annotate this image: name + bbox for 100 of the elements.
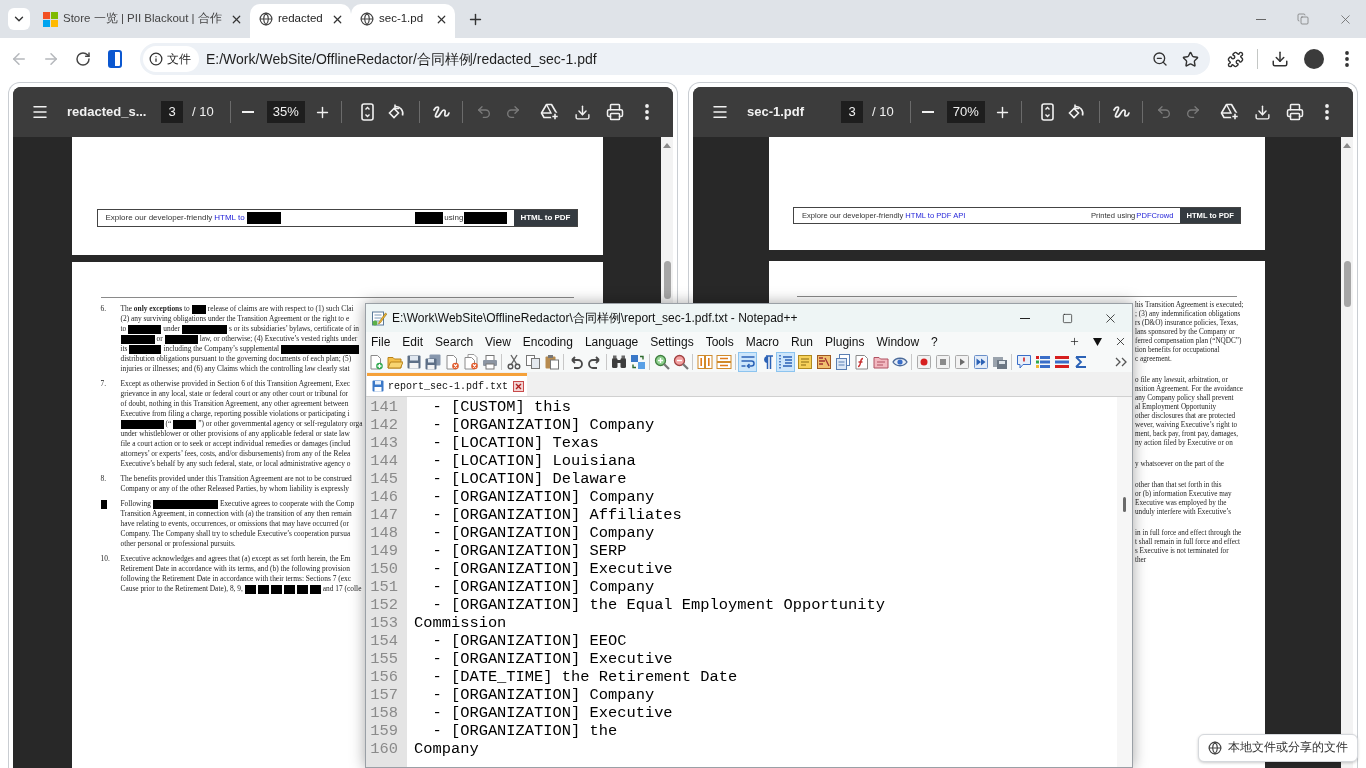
browser-tab[interactable]: Store 一览 | PII Blackout | 合作 [34,4,250,38]
page-number-field[interactable]: 3 [841,101,863,123]
menu-item[interactable]: Window [876,332,920,351]
code-line: - [ORGANIZATION] Company [431,524,655,542]
url-text: E:/Work/WebSite/OfflineRedactor/合同样例/redacted_sec-1.pdf [206,49,597,69]
indent-guide-icon [777,353,794,370]
redo-arrow-icon [586,353,603,370]
line-number: 151 [370,578,398,596]
word-wrap-button[interactable] [738,351,757,372]
four-squares-icon [43,11,58,27]
menu-item[interactable]: File [371,332,391,351]
line-number: 152 [370,596,398,614]
tab-list-button[interactable] [8,8,30,30]
more-icon [645,104,649,120]
rotate-icon [1066,103,1085,121]
menu-item[interactable]: Language [584,332,639,351]
redaction-bar [257,584,269,594]
undo-icon [475,104,492,120]
redo-icon [504,104,521,120]
code-line: - [LOCATION] Texas [431,434,599,452]
close-files-button[interactable] [461,351,480,372]
browser-tab[interactable]: sec-1.pd [351,4,455,38]
document-list-button[interactable] [833,351,852,372]
code-line: - [ORGANIZATION] Company [431,686,655,704]
line-number: 144 [370,452,398,470]
menu-item[interactable]: Edit [402,332,424,351]
menu-item[interactable]: Macro [745,332,779,351]
download-icon [1271,50,1289,68]
document-tab[interactable]: report_sec-1.pdf.txt [367,373,528,396]
globe-icon [259,12,273,26]
fit-page-icon [361,103,375,121]
zoom-field[interactable]: 35% [266,101,305,123]
site-info-chip[interactable]: 文件 [143,46,199,72]
minus-icon [921,111,934,113]
line-number: 141 [370,398,398,416]
split-view-icon [108,50,122,68]
minimize-icon [1256,18,1266,20]
reload-icon [75,51,91,67]
menu-item[interactable]: Encoding [522,332,573,351]
more-icon [1325,104,1329,120]
page-number-field[interactable]: 3 [161,101,183,123]
line-number: 160 [370,740,398,758]
sigma-icon [1072,353,1089,370]
redaction-bar [164,334,198,344]
find-replace-icon [629,353,646,370]
chip-label: 文件 [167,51,191,68]
address-bar[interactable]: 文件 E:/Work/WebSite/OfflineRedactor/合同样例/redacted_sec-1.pdf [140,43,1210,75]
footer-text: using [444,212,464,224]
code-line: - [ORGANIZATION] Company [431,488,655,506]
colored-rows-icon [1034,353,1051,370]
globe-icon [360,12,374,26]
line-number: 158 [370,704,398,722]
line-number: 155 [370,650,398,668]
link[interactable]: HTML to [214,212,245,224]
redaction-bar [173,419,197,429]
redaction-bar [464,212,508,224]
menu-item[interactable]: Tools [705,332,734,351]
menu-item[interactable]: Plugins [825,332,865,351]
menu-item[interactable]: View [485,332,511,351]
browser-tab[interactable]: redacted [250,4,351,38]
globe-icon [1208,741,1222,755]
zoom-field[interactable]: 70% [946,101,985,123]
redaction-bar [152,499,218,509]
fast-forward-icon [972,353,989,370]
toast-text: 本地文件或分享的文件 [1228,740,1348,756]
scrollbar[interactable] [1117,397,1132,767]
scrollbar-thumb[interactable] [663,261,671,299]
code-line: - [ORGANIZATION] Executive [431,560,673,578]
menu-item[interactable]: Run [791,332,814,351]
download-icon [573,103,591,121]
download-icon [1253,103,1271,121]
tab-title: sec-1.pd [379,11,425,27]
code-line: - [ORGANIZATION] Affiliates [431,506,682,524]
indent-guide-button[interactable] [776,351,795,372]
line-number: 157 [370,686,398,704]
rotate-icon [386,103,405,121]
scrollbar-thumb[interactable] [1123,497,1126,512]
redaction-bar [120,334,155,344]
note-icon [796,353,813,370]
scrollbar-thumb[interactable] [1343,261,1351,307]
redaction-bar [296,584,308,594]
restore-icon [1297,13,1309,25]
word-wrap-icon [739,353,756,370]
code-line: - [ORGANIZATION] Executive [431,650,673,668]
avatar [1304,49,1324,69]
zoom-out-icon [1152,51,1168,67]
fit-page-icon [1041,103,1055,121]
menu-item[interactable]: ? [931,332,938,351]
code-line: - [DATE_TIME] the Retirement Date [431,668,738,686]
redaction-bar [244,584,256,594]
menu-icon [711,103,729,121]
page-count: / 10 [192,103,214,122]
forward-arrow-icon [42,50,60,68]
menu-item[interactable]: Search [435,332,474,351]
squiggle-pen-icon [431,104,450,120]
line-number: 142 [370,416,398,434]
document-title: sec-1.pdf [747,103,806,122]
close-tab-button[interactable] [512,380,525,392]
code-line: - [ORGANIZATION] the [431,722,618,740]
menu-item[interactable]: Settings [650,332,694,351]
